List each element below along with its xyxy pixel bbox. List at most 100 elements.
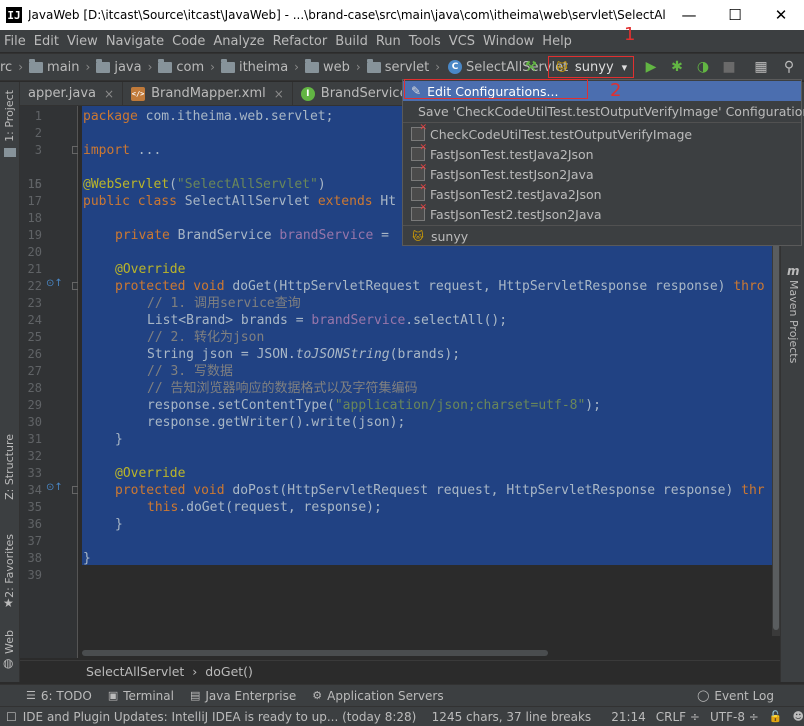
structure-tool-button[interactable]: Z: Structure <box>3 434 16 500</box>
close-icon[interactable]: × <box>104 87 114 101</box>
inspector-icon[interactable]: ☻ <box>793 710 804 723</box>
code-line: import ... <box>83 143 162 158</box>
line-number: 20 <box>27 245 42 259</box>
status-encoding[interactable]: UTF-8 ÷ <box>710 710 759 724</box>
menu-navigate[interactable]: Navigate <box>104 34 170 49</box>
code-line: } <box>115 517 123 532</box>
menu-file[interactable]: File <box>2 34 32 49</box>
close-icon[interactable]: × <box>274 87 284 101</box>
code-line: protected void doGet(HttpServletRequest … <box>115 279 765 294</box>
minimize-button[interactable]: — <box>666 0 712 30</box>
terminal-icon: ▣ <box>107 689 119 702</box>
editor-horizontal-scrollbar[interactable] <box>82 650 548 656</box>
maven-projects-tool-button[interactable]: Maven Projects <box>787 280 800 363</box>
nav-crumb-src[interactable]: rc › <box>0 60 23 75</box>
run-config-item[interactable]: 🐱 sunyy <box>403 226 801 246</box>
tab-brandmapper-java[interactable]: apper.java × <box>20 82 124 105</box>
status-message[interactable]: IDE and Plugin Updates: IntelliJ IDEA is… <box>23 710 420 724</box>
status-caret-position[interactable]: 21:14 <box>611 710 646 724</box>
tool-label: Application Servers <box>327 688 444 703</box>
stop-icon[interactable]: ■ <box>716 54 742 80</box>
override-method-icon[interactable]: ⊙↑ <box>46 482 63 493</box>
tab-label: BrandMapper.xml <box>151 86 266 101</box>
project-tool-button[interactable]: 1: Project <box>3 90 16 142</box>
java-class-icon: C <box>448 60 463 74</box>
coverage-icon[interactable]: ◑ <box>690 54 716 80</box>
line-number: 23 <box>27 296 42 310</box>
code-line: protected void doPost(HttpServletRequest… <box>115 483 765 498</box>
title-bar: IJ JavaWeb [D:\itcast\Source\itcast\Java… <box>0 0 804 30</box>
menu-view[interactable]: View <box>65 34 104 49</box>
run-configuration-selector[interactable]: 🐱 sunyy ▾ <box>548 56 634 78</box>
favorites-tool-button[interactable]: 2: Favorites <box>3 534 16 598</box>
line-number: 19 <box>27 228 42 242</box>
menu-refactor[interactable]: Refactor <box>271 34 334 49</box>
debug-icon[interactable]: ✱ <box>664 54 690 80</box>
menu-item-label: CheckCodeUtilTest.testOutputVerifyImage <box>430 126 693 142</box>
junit-test-icon <box>411 183 427 201</box>
chevron-right-icon: › <box>192 664 198 679</box>
status-char-count: 1245 chars, 37 line breaks <box>431 709 592 724</box>
java-enterprise-tool-button[interactable]: ▤ Java Enterprise <box>190 689 296 703</box>
tool-window-bar: ☰ 6: TODO ▣ Terminal ▤ Java Enterprise ⚙ App… <box>0 684 804 706</box>
save-configuration-item[interactable]: Save 'CheckCodeUtilTest.testOutputVerify… <box>403 101 804 121</box>
application-servers-tool-button[interactable]: ⚙ Application Servers <box>312 689 443 703</box>
menu-analyze[interactable]: Analyze <box>211 34 270 49</box>
star-icon: ★ <box>3 596 14 610</box>
menu-tools[interactable]: Tools <box>407 34 447 49</box>
menu-build[interactable]: Build <box>333 34 374 49</box>
breadcrumb-class[interactable]: SelectAllServlet <box>86 664 184 679</box>
event-log-button[interactable]: ◯ Event Log <box>697 689 774 703</box>
menu-bar: File Edit View Navigate Code Analyze Ref… <box>0 30 804 52</box>
menu-item-label: FastJsonTest.testJava2Json <box>430 146 594 162</box>
menu-item-label: FastJsonTest2.testJson2Java <box>430 206 602 222</box>
maximize-button[interactable]: ☐ <box>712 0 758 30</box>
nav-crumb-java[interactable]: java › <box>90 58 152 75</box>
todo-tool-button[interactable]: ☰ 6: TODO <box>26 689 92 703</box>
project-structure-icon[interactable]: ▦ <box>748 54 774 80</box>
search-icon[interactable]: ⚲ <box>776 54 802 80</box>
menu-item-label: Save 'CheckCodeUtilTest.testOutputVerify… <box>418 103 804 119</box>
folder-icon <box>4 148 16 157</box>
lock-icon[interactable]: 🔓 <box>769 710 783 723</box>
status-line-separator[interactable]: CRLF ÷ <box>656 710 700 724</box>
navigation-bar: rc › main › java › com › itheima › web › servl… <box>0 53 804 81</box>
tomcat-icon: 🐱 <box>556 60 568 74</box>
close-button[interactable]: ✕ <box>758 0 804 30</box>
menu-code[interactable]: Code <box>170 34 211 49</box>
terminal-tool-button[interactable]: ▣ Terminal <box>108 689 174 703</box>
menu-help[interactable]: Help <box>540 34 578 49</box>
line-number: 2 <box>34 126 42 140</box>
line-number: 36 <box>27 517 42 531</box>
window-title: JavaWeb [D:\itcast\Source\itcast\JavaWeb… <box>28 8 666 22</box>
run-config-item[interactable]: CheckCodeUtilTest.testOutputVerifyImage <box>403 123 801 144</box>
menu-window[interactable]: Window <box>481 34 540 49</box>
breadcrumb-method[interactable]: doGet() <box>205 664 253 679</box>
nav-crumb-servlet[interactable]: servlet › <box>361 58 440 75</box>
code-line: private BrandService brandService = <box>115 228 389 243</box>
menu-run[interactable]: Run <box>374 34 407 49</box>
run-icon[interactable]: ▶ <box>638 54 664 80</box>
run-config-item[interactable]: FastJsonTest2.testJava2Json <box>403 183 801 204</box>
nav-crumb-label: com <box>176 59 205 75</box>
web-tool-button[interactable]: Web <box>3 630 16 654</box>
highlight-annotation-box <box>404 79 588 99</box>
tab-brandmapper-xml[interactable]: </> BrandMapper.xml × <box>123 82 293 105</box>
run-config-item[interactable]: FastJsonTest2.testJson2Java <box>403 203 801 224</box>
run-config-item[interactable]: FastJsonTest.testJava2Json <box>403 143 801 164</box>
nav-crumb-main[interactable]: main › <box>23 58 90 75</box>
build-hammer-icon[interactable]: ⚒ <box>518 54 544 80</box>
line-number: 1 <box>34 109 42 123</box>
nav-crumb-web[interactable]: web › <box>299 58 361 75</box>
menu-edit[interactable]: Edit <box>32 34 65 49</box>
line-number: 18 <box>27 211 42 225</box>
nav-crumb-label: main <box>47 59 80 75</box>
status-checkbox-icon[interactable]: ☐ <box>6 710 17 724</box>
override-method-icon[interactable]: ⊙↑ <box>46 278 63 289</box>
nav-crumb-itheima[interactable]: itheima › <box>215 58 299 75</box>
folder-icon <box>96 58 111 73</box>
line-number: 27 <box>27 364 42 378</box>
menu-vcs[interactable]: VCS <box>447 34 481 49</box>
nav-crumb-com[interactable]: com › <box>152 58 215 75</box>
run-config-item[interactable]: FastJsonTest.testJson2Java <box>403 163 801 184</box>
